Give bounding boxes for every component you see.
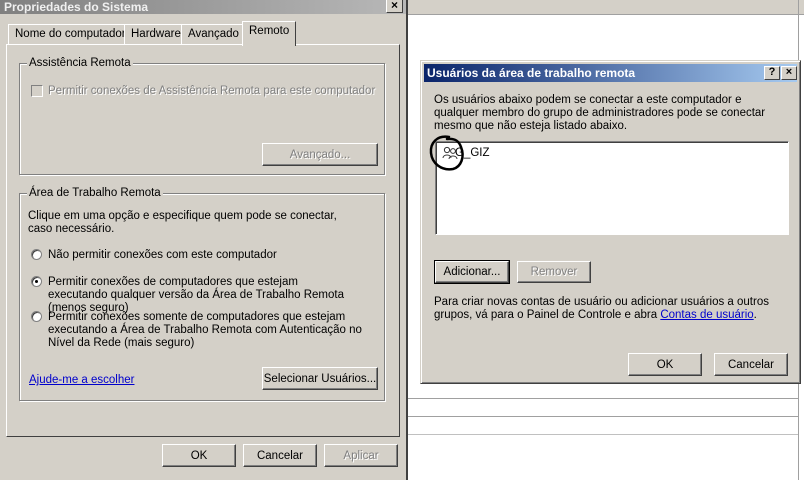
users-listbox[interactable]: G_GIZ bbox=[435, 141, 789, 235]
tab-label: Remoto bbox=[249, 25, 290, 37]
radio-allow-any-version[interactable] bbox=[31, 276, 42, 287]
remote-users-description: Os usuários abaixo podem se conectar a e… bbox=[434, 94, 766, 132]
user-accounts-link[interactable]: Contas de usuário bbox=[660, 309, 753, 321]
remove-user-button[interactable]: Remover bbox=[517, 261, 591, 283]
remote-assistance-group-label: Assistência Remota bbox=[27, 57, 133, 69]
tab-label: Avançado bbox=[188, 28, 239, 40]
tab-computer-name[interactable]: Nome do computador bbox=[8, 24, 133, 45]
remote-users-title: Usuários da área de trabalho remota bbox=[427, 66, 636, 80]
close-icon: × bbox=[785, 66, 793, 78]
help-me-choose-link[interactable]: Ajude-me a escolher bbox=[29, 374, 134, 387]
remote-users-cancel-button[interactable]: Cancelar bbox=[714, 353, 788, 376]
advanced-button[interactable]: Avançado... bbox=[262, 143, 378, 166]
annotation-circle bbox=[429, 135, 464, 171]
remote-tab-panel: Assistência Remota Permitir conexões de … bbox=[6, 44, 400, 437]
remote-desktop-group-label: Área de Trabalho Remota bbox=[27, 187, 163, 199]
background-divider bbox=[408, 398, 798, 399]
tab-label: Hardware bbox=[131, 28, 181, 40]
close-icon: × bbox=[390, 0, 398, 12]
add-user-button[interactable]: Adicionar... bbox=[434, 260, 510, 284]
remote-desktop-description: Clique em uma opção e especifique quem p… bbox=[28, 210, 337, 235]
close-button[interactable]: × bbox=[386, 0, 403, 13]
system-properties-titlebar: Propriedades do Sistema bbox=[0, 0, 406, 14]
remote-assistance-checkbox-label: Permitir conexões de Assistência Remota … bbox=[48, 85, 376, 97]
tab-remote[interactable]: Remoto bbox=[242, 21, 297, 46]
radio-allow-nla-only-label: Permitir conexões somente de computadore… bbox=[48, 311, 362, 349]
background-divider bbox=[408, 434, 798, 435]
remote-users-titlebar: Usuários da área de trabalho remota ? × bbox=[424, 64, 797, 82]
tab-advanced[interactable]: Avançado bbox=[181, 24, 246, 45]
radio-allow-any-version-label: Permitir conexões de computadores que es… bbox=[48, 276, 345, 314]
background-divider bbox=[408, 416, 798, 417]
background-window-titlebar bbox=[408, 0, 804, 14]
footer-text-end: . bbox=[753, 309, 757, 321]
system-properties-title: Propriedades do Sistema bbox=[4, 0, 149, 14]
radio-deny-connections[interactable] bbox=[31, 249, 42, 260]
footer-text: Para criar novas contas de usuário ou ad… bbox=[434, 296, 794, 322]
help-icon: ? bbox=[768, 66, 776, 78]
tab-hardware[interactable]: Hardware bbox=[124, 24, 188, 45]
background-divider bbox=[408, 14, 804, 15]
remote-users-ok-button[interactable]: OK bbox=[628, 353, 702, 376]
radio-allow-nla-only[interactable] bbox=[31, 311, 42, 322]
ok-button[interactable]: OK bbox=[162, 444, 236, 467]
radio-deny-connections-label: Não permitir conexões com este computado… bbox=[48, 249, 277, 261]
system-properties-dialog: Propriedades do Sistema × Nome do comput… bbox=[0, 0, 408, 480]
help-button[interactable]: ? bbox=[764, 66, 780, 80]
remote-assistance-checkbox[interactable] bbox=[31, 85, 43, 97]
cancel-button[interactable]: Cancelar bbox=[243, 444, 317, 467]
tab-label: Nome do computador bbox=[15, 28, 126, 40]
remote-users-close-button[interactable]: × bbox=[781, 66, 797, 80]
select-users-button[interactable]: Selecionar Usuários... bbox=[262, 367, 378, 390]
apply-button[interactable]: Aplicar bbox=[324, 444, 398, 467]
remote-users-dialog: Usuários da área de trabalho remota ? × … bbox=[420, 60, 801, 384]
